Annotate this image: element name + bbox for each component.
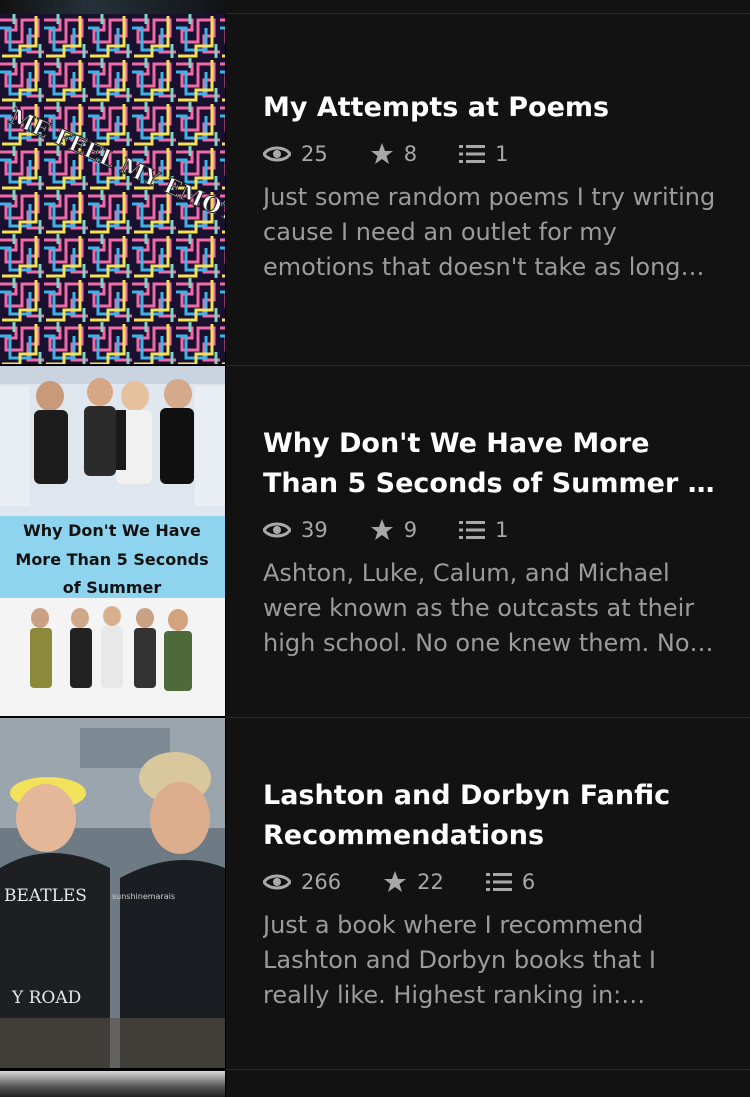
story-title[interactable]: My Attempts at Poems bbox=[263, 88, 723, 128]
cover-title: Why Don't We Have bbox=[23, 521, 201, 540]
parts-stat: 1 bbox=[459, 518, 508, 542]
story-cover[interactable]: Why Don't We Have More Than 5 Seconds of… bbox=[0, 366, 225, 716]
votes-count: 9 bbox=[403, 518, 418, 542]
star-icon bbox=[384, 871, 407, 892]
story-title[interactable]: Lashton and Dorbyn Fanfic Recommendation… bbox=[263, 776, 723, 856]
story-cover[interactable]: ME FEEL MY EMOT bbox=[0, 14, 225, 364]
story-info[interactable]: Why Don't We Have More Than 5 Seconds of… bbox=[263, 424, 723, 661]
photo-credit: sunshinemarais bbox=[112, 892, 175, 901]
story-stats: 25 8 1 bbox=[263, 136, 723, 172]
cover-title: More Than 5 Seconds bbox=[15, 550, 208, 569]
story-title[interactable]: Why Don't We Have More Than 5 Seconds of… bbox=[263, 424, 723, 504]
story-description: Just some random poems I try writing cau… bbox=[263, 183, 716, 281]
votes-stat: 9 bbox=[370, 518, 417, 542]
list-icon bbox=[459, 145, 486, 163]
shirt-text: Y ROAD bbox=[11, 988, 81, 1008]
parts-count: 1 bbox=[495, 518, 509, 542]
next-story-cover[interactable] bbox=[0, 1071, 225, 1097]
parts-count: 6 bbox=[521, 870, 536, 894]
votes-stat: 8 bbox=[370, 142, 417, 166]
story-item[interactable]: ME FEEL MY EMOT My Attempts at Poems 25 bbox=[0, 14, 750, 366]
story-cover[interactable]: BEATLES Y ROAD sunshinemarais bbox=[0, 718, 225, 1068]
reads-count: 266 bbox=[301, 870, 342, 894]
reads-count: 39 bbox=[301, 518, 328, 542]
parts-stat: 1 bbox=[459, 142, 508, 166]
parts-stat: 6 bbox=[485, 870, 536, 894]
star-icon bbox=[370, 143, 393, 164]
cover-title: of Summer bbox=[63, 578, 162, 597]
shirt-text: BEATLES bbox=[4, 886, 87, 906]
votes-count: 8 bbox=[403, 142, 418, 166]
reads-stat: 266 bbox=[263, 870, 341, 894]
story-stats: 39 9 1 bbox=[263, 512, 723, 548]
story-info[interactable]: Lashton and Dorbyn Fanfic Recommendation… bbox=[263, 776, 723, 1013]
eye-icon bbox=[263, 522, 291, 538]
list-icon bbox=[459, 521, 486, 539]
reads-stat: 25 bbox=[263, 142, 328, 166]
votes-stat: 22 bbox=[383, 870, 444, 894]
reads-stat: 39 bbox=[263, 518, 328, 542]
previous-story-cover[interactable] bbox=[0, 0, 226, 14]
story-info[interactable]: My Attempts at Poems 25 8 1 Just some ra… bbox=[263, 88, 723, 285]
divider bbox=[226, 1069, 750, 1070]
list-icon bbox=[485, 873, 512, 891]
story-item[interactable]: BEATLES Y ROAD sunshinemarais Lashton an… bbox=[0, 718, 750, 1070]
parts-count: 1 bbox=[495, 142, 509, 166]
eye-icon bbox=[263, 874, 291, 890]
story-item[interactable]: Why Don't We Have More Than 5 Seconds of… bbox=[0, 366, 750, 718]
story-description: Just a book where I recommend Lashton an… bbox=[263, 911, 656, 1009]
eye-icon bbox=[263, 146, 291, 162]
votes-count: 22 bbox=[417, 870, 444, 894]
story-description: Ashton, Luke, Calum, and Michael were kn… bbox=[263, 559, 695, 657]
star-icon bbox=[370, 519, 393, 540]
story-list-screen: ME FEEL MY EMOT My Attempts at Poems 25 bbox=[0, 0, 750, 1097]
story-stats: 266 22 6 bbox=[263, 864, 723, 900]
reads-count: 25 bbox=[301, 142, 328, 166]
